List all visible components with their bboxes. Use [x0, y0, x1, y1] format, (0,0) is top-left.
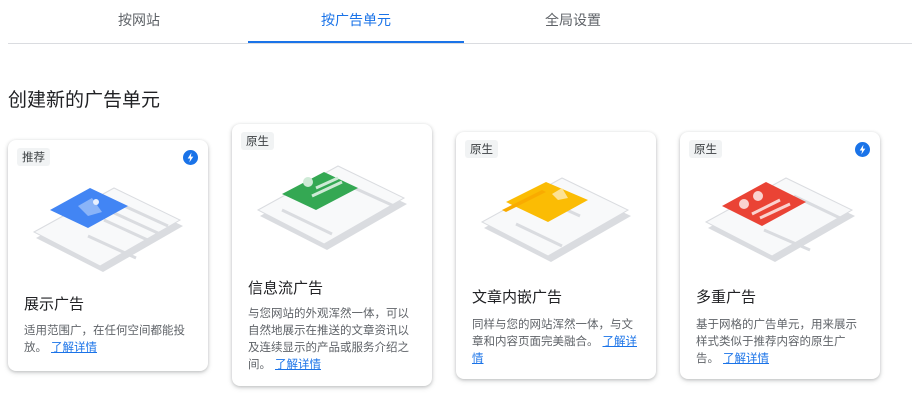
native-badge: 原生	[689, 140, 722, 158]
native-badge: 原生	[465, 140, 498, 158]
card-in-article-ads[interactable]: 原生 文章内嵌广告 同样与您的网站浑然一体，与文章和内容页面完美融合。 了解详情	[456, 132, 656, 379]
learn-more-link[interactable]: 了解详情	[723, 351, 769, 365]
card-multiplex-ads[interactable]: 原生 多重广告 基于网格的广告单元，用来展示样式类似于推荐内容的原生广告。 了解详…	[680, 132, 880, 379]
native-badge: 原生	[241, 132, 274, 150]
tab-by-site[interactable]: 按网站	[30, 0, 248, 44]
recommended-badge: 推荐	[17, 148, 50, 166]
in-feed-ad-illustration	[256, 165, 407, 250]
card-title: 文章内嵌广告	[472, 288, 563, 306]
card-title: 展示广告	[24, 295, 85, 313]
in-article-ad-illustration	[480, 177, 631, 262]
display-ad-illustration	[32, 187, 183, 272]
learn-more-link[interactable]: 了解详情	[275, 357, 321, 371]
bolt-icon	[183, 150, 198, 165]
card-in-feed-ads[interactable]: 原生 信息流广告 与您网站的外观浑然一体，可以自然地展示在推送的文章资讯以及连续…	[232, 124, 432, 386]
learn-more-link[interactable]: 了解详情	[51, 340, 97, 354]
card-display-ads[interactable]: 推荐 展示广告 适用范围广，在任何空间都能投放。 了解详情	[8, 140, 208, 371]
tab-global-settings[interactable]: 全局设置	[464, 0, 682, 44]
tab-divider	[8, 43, 912, 44]
page-title: 创建新的广告单元	[8, 89, 161, 111]
card-description: 同样与您的网站浑然一体，与文章和内容页面完美融合。 了解详情	[472, 317, 637, 365]
card-description: 适用范围广，在任何空间都能投放。 了解详情	[24, 323, 185, 354]
bolt-icon	[855, 142, 870, 157]
tab-by-ad-unit[interactable]: 按广告单元	[248, 0, 464, 44]
card-description: 与您网站的外观浑然一体，可以自然地展示在推送的文章资讯以及连续显示的产品或服务介…	[248, 306, 409, 371]
multiplex-ad-illustration	[704, 177, 855, 262]
card-description: 基于网格的广告单元，用来展示样式类似于推荐内容的原生广告。 了解详情	[696, 317, 857, 365]
card-title: 信息流广告	[248, 279, 324, 297]
tab-bar: 按网站 按广告单元 全局设置	[0, 0, 912, 44]
card-title: 多重广告	[696, 288, 757, 306]
